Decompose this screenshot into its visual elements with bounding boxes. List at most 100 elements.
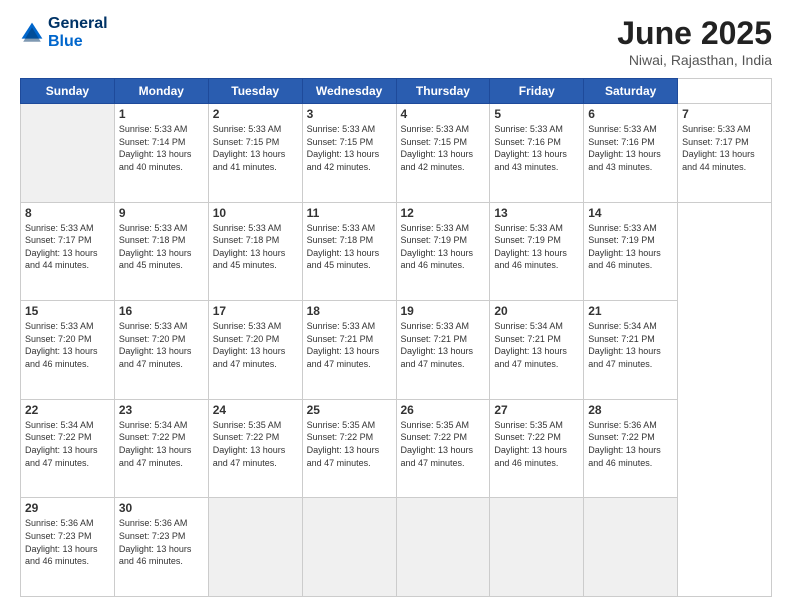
day-info: Sunrise: 5:33 AM Sunset: 7:19 PM Dayligh… bbox=[401, 222, 486, 272]
day-info: Sunrise: 5:34 AM Sunset: 7:22 PM Dayligh… bbox=[119, 419, 204, 469]
day-number: 15 bbox=[25, 304, 110, 318]
day-info: Sunrise: 5:33 AM Sunset: 7:15 PM Dayligh… bbox=[213, 123, 298, 173]
day-number: 8 bbox=[25, 206, 110, 220]
logo-icon bbox=[20, 21, 44, 45]
col-header-thursday: Thursday bbox=[396, 79, 490, 104]
day-number: 12 bbox=[401, 206, 486, 220]
day-info: Sunrise: 5:34 AM Sunset: 7:21 PM Dayligh… bbox=[494, 320, 579, 370]
day-number: 16 bbox=[119, 304, 204, 318]
day-number: 13 bbox=[494, 206, 579, 220]
month-title: June 2025 bbox=[617, 15, 772, 52]
calendar-cell: 18Sunrise: 5:33 AM Sunset: 7:21 PM Dayli… bbox=[302, 301, 396, 400]
calendar-cell: 12 Sunrise: 5:33 AM Sunset: 7:19 PM Dayli… bbox=[396, 202, 490, 301]
col-header-monday: Monday bbox=[114, 79, 208, 104]
day-number: 25 bbox=[307, 403, 392, 417]
day-info: Sunrise: 5:33 AM Sunset: 7:19 PM Dayligh… bbox=[494, 222, 579, 272]
calendar-cell: 2 Sunrise: 5:33 AM Sunset: 7:15 PM Daylig… bbox=[208, 104, 302, 203]
calendar-cell: 3 Sunrise: 5:33 AM Sunset: 7:15 PM Daylig… bbox=[302, 104, 396, 203]
day-number: 5 bbox=[494, 107, 579, 121]
day-info: Sunrise: 5:33 AM Sunset: 7:16 PM Dayligh… bbox=[494, 123, 579, 173]
calendar-cell bbox=[584, 498, 678, 597]
day-info: Sunrise: 5:33 AM Sunset: 7:15 PM Dayligh… bbox=[307, 123, 392, 173]
day-info: Sunrise: 5:33 AM Sunset: 7:18 PM Dayligh… bbox=[307, 222, 392, 272]
calendar-cell: 8 Sunrise: 5:33 AM Sunset: 7:17 PM Daylig… bbox=[21, 202, 115, 301]
day-number: 11 bbox=[307, 206, 392, 220]
calendar-cell bbox=[396, 498, 490, 597]
day-info: Sunrise: 5:33 AM Sunset: 7:16 PM Dayligh… bbox=[588, 123, 673, 173]
calendar-cell: 7Sunrise: 5:33 AM Sunset: 7:17 PM Daylig… bbox=[678, 104, 772, 203]
week-row-3: 15 Sunrise: 5:33 AM Sunset: 7:20 PM Dayli… bbox=[21, 301, 772, 400]
day-number: 14 bbox=[588, 206, 673, 220]
calendar-cell: 4Sunrise: 5:33 AM Sunset: 7:15 PM Daylig… bbox=[396, 104, 490, 203]
calendar-cell: 17Sunrise: 5:33 AM Sunset: 7:20 PM Dayli… bbox=[208, 301, 302, 400]
day-info: Sunrise: 5:33 AM Sunset: 7:17 PM Dayligh… bbox=[25, 222, 110, 272]
day-number: 30 bbox=[119, 501, 204, 515]
day-info: Sunrise: 5:33 AM Sunset: 7:19 PM Dayligh… bbox=[588, 222, 673, 272]
calendar-table: SundayMondayTuesdayWednesdayThursdayFrid… bbox=[20, 78, 772, 597]
day-info: Sunrise: 5:33 AM Sunset: 7:18 PM Dayligh… bbox=[213, 222, 298, 272]
day-number: 1 bbox=[119, 107, 204, 121]
week-row-5: 29Sunrise: 5:36 AM Sunset: 7:23 PM Dayli… bbox=[21, 498, 772, 597]
day-info: Sunrise: 5:36 AM Sunset: 7:23 PM Dayligh… bbox=[119, 517, 204, 567]
calendar-cell: 21 Sunrise: 5:34 AM Sunset: 7:21 PM Dayli… bbox=[584, 301, 678, 400]
day-number: 9 bbox=[119, 206, 204, 220]
calendar-cell: 1 Sunrise: 5:33 AM Sunset: 7:14 PM Daylig… bbox=[114, 104, 208, 203]
subtitle: Niwai, Rajasthan, India bbox=[617, 52, 772, 68]
calendar-cell bbox=[302, 498, 396, 597]
day-info: Sunrise: 5:36 AM Sunset: 7:22 PM Dayligh… bbox=[588, 419, 673, 469]
calendar-cell bbox=[21, 104, 115, 203]
week-row-4: 22Sunrise: 5:34 AM Sunset: 7:22 PM Dayli… bbox=[21, 399, 772, 498]
calendar-cell: 27 Sunrise: 5:35 AM Sunset: 7:22 PM Dayli… bbox=[490, 399, 584, 498]
day-number: 27 bbox=[494, 403, 579, 417]
calendar-cell bbox=[208, 498, 302, 597]
calendar-cell: 10 Sunrise: 5:33 AM Sunset: 7:18 PM Dayli… bbox=[208, 202, 302, 301]
col-header-saturday: Saturday bbox=[584, 79, 678, 104]
calendar-cell: 19Sunrise: 5:33 AM Sunset: 7:21 PM Dayli… bbox=[396, 301, 490, 400]
day-number: 6 bbox=[588, 107, 673, 121]
day-info: Sunrise: 5:35 AM Sunset: 7:22 PM Dayligh… bbox=[213, 419, 298, 469]
calendar-cell: 26 Sunrise: 5:35 AM Sunset: 7:22 PM Dayli… bbox=[396, 399, 490, 498]
calendar-cell: 20 Sunrise: 5:34 AM Sunset: 7:21 PM Dayli… bbox=[490, 301, 584, 400]
day-info: Sunrise: 5:33 AM Sunset: 7:21 PM Dayligh… bbox=[401, 320, 486, 370]
calendar-cell: 29Sunrise: 5:36 AM Sunset: 7:23 PM Dayli… bbox=[21, 498, 115, 597]
calendar-cell: 14 Sunrise: 5:33 AM Sunset: 7:19 PM Dayli… bbox=[584, 202, 678, 301]
day-number: 21 bbox=[588, 304, 673, 318]
day-info: Sunrise: 5:33 AM Sunset: 7:14 PM Dayligh… bbox=[119, 123, 204, 173]
col-header-friday: Friday bbox=[490, 79, 584, 104]
day-number: 2 bbox=[213, 107, 298, 121]
day-info: Sunrise: 5:35 AM Sunset: 7:22 PM Dayligh… bbox=[494, 419, 579, 469]
calendar-cell: 23Sunrise: 5:34 AM Sunset: 7:22 PM Dayli… bbox=[114, 399, 208, 498]
day-info: Sunrise: 5:33 AM Sunset: 7:20 PM Dayligh… bbox=[25, 320, 110, 370]
day-info: Sunrise: 5:35 AM Sunset: 7:22 PM Dayligh… bbox=[401, 419, 486, 469]
day-number: 28 bbox=[588, 403, 673, 417]
calendar-cell bbox=[490, 498, 584, 597]
calendar-cell: 30 Sunrise: 5:36 AM Sunset: 7:23 PM Dayli… bbox=[114, 498, 208, 597]
day-number: 10 bbox=[213, 206, 298, 220]
calendar-cell: 25 Sunrise: 5:35 AM Sunset: 7:22 PM Dayli… bbox=[302, 399, 396, 498]
header: General Blue June 2025 Niwai, Rajasthan,… bbox=[20, 15, 772, 68]
header-row: SundayMondayTuesdayWednesdayThursdayFrid… bbox=[21, 79, 772, 104]
calendar-cell: 22Sunrise: 5:34 AM Sunset: 7:22 PM Dayli… bbox=[21, 399, 115, 498]
calendar-cell: 28 Sunrise: 5:36 AM Sunset: 7:22 PM Dayli… bbox=[584, 399, 678, 498]
week-row-1: 1 Sunrise: 5:33 AM Sunset: 7:14 PM Daylig… bbox=[21, 104, 772, 203]
day-number: 20 bbox=[494, 304, 579, 318]
title-area: June 2025 Niwai, Rajasthan, India bbox=[617, 15, 772, 68]
calendar-cell: 11 Sunrise: 5:33 AM Sunset: 7:18 PM Dayli… bbox=[302, 202, 396, 301]
calendar-cell: 6 Sunrise: 5:33 AM Sunset: 7:16 PM Daylig… bbox=[584, 104, 678, 203]
calendar-cell: 13 Sunrise: 5:33 AM Sunset: 7:19 PM Dayli… bbox=[490, 202, 584, 301]
day-info: Sunrise: 5:35 AM Sunset: 7:22 PM Dayligh… bbox=[307, 419, 392, 469]
col-header-wednesday: Wednesday bbox=[302, 79, 396, 104]
day-info: Sunrise: 5:33 AM Sunset: 7:20 PM Dayligh… bbox=[213, 320, 298, 370]
day-info: Sunrise: 5:34 AM Sunset: 7:21 PM Dayligh… bbox=[588, 320, 673, 370]
col-header-tuesday: Tuesday bbox=[208, 79, 302, 104]
day-info: Sunrise: 5:36 AM Sunset: 7:23 PM Dayligh… bbox=[25, 517, 110, 567]
day-info: Sunrise: 5:33 AM Sunset: 7:20 PM Dayligh… bbox=[119, 320, 204, 370]
logo-text: General Blue bbox=[48, 15, 108, 50]
day-info: Sunrise: 5:33 AM Sunset: 7:18 PM Dayligh… bbox=[119, 222, 204, 272]
day-number: 26 bbox=[401, 403, 486, 417]
day-number: 24 bbox=[213, 403, 298, 417]
day-info: Sunrise: 5:34 AM Sunset: 7:22 PM Dayligh… bbox=[25, 419, 110, 469]
day-number: 3 bbox=[307, 107, 392, 121]
day-number: 7 bbox=[682, 107, 767, 121]
logo: General Blue bbox=[20, 15, 108, 50]
